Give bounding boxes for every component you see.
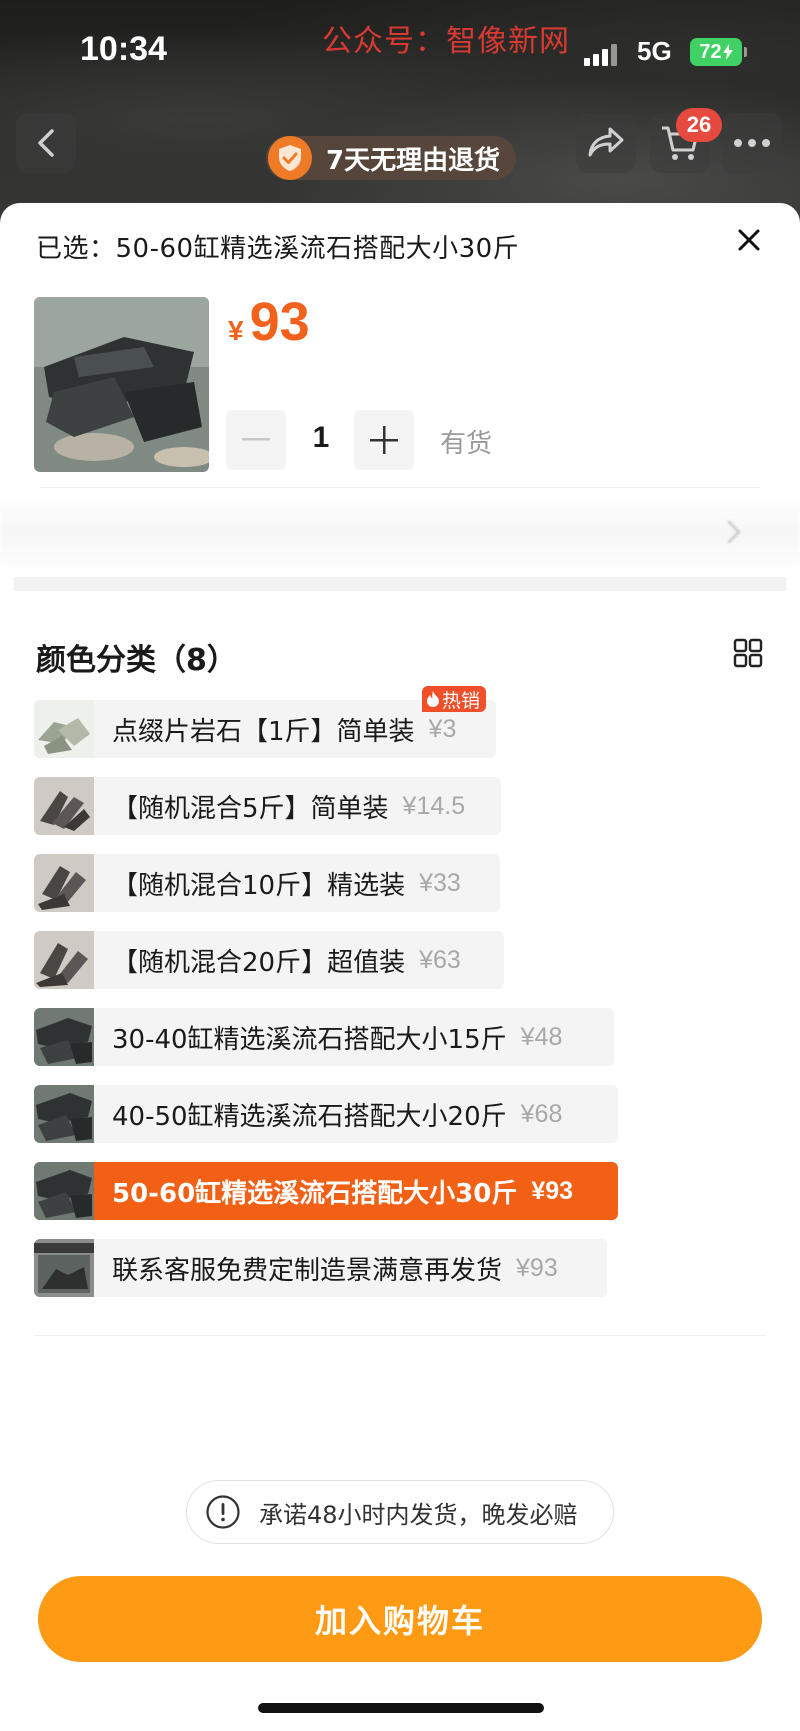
chevron-right-icon xyxy=(727,520,741,544)
battery-icon: 72 xyxy=(690,38,747,66)
sku-option[interactable]: 【随机混合20斤】超值装 ¥63 xyxy=(34,931,504,989)
shipping-promise-text: 承诺48小时内发货，晚发必赔 xyxy=(259,1500,578,1529)
sku-option[interactable]: 【随机混合10斤】精选装 ¥33 xyxy=(34,854,500,912)
option-thumbnail xyxy=(34,777,94,835)
share-arrow-icon xyxy=(588,127,624,157)
sku-option[interactable]: 点缀片岩石【1斤】简单装 ¥3 热销 xyxy=(34,686,496,758)
options-section-title: 颜色分类（8） xyxy=(36,643,237,678)
option-label: 联系客服免费定制造景满意再发货 xyxy=(112,1255,503,1286)
section-separator xyxy=(14,577,786,591)
close-button[interactable] xyxy=(730,221,768,259)
selected-sku-line: 已选：50-60缸精选溪流石搭配大小30斤 xyxy=(36,228,519,265)
grid-view-button[interactable] xyxy=(733,638,763,668)
flame-icon xyxy=(427,691,439,707)
option-price: ¥63 xyxy=(419,945,461,974)
option-label: 【随机混合10斤】精选装 xyxy=(112,870,406,901)
return-policy-text: 7天无理由退货 xyxy=(326,145,501,176)
chevron-left-icon xyxy=(38,129,54,157)
option-thumbnail xyxy=(34,931,94,989)
shield-check-icon xyxy=(268,136,312,180)
sku-selection-sheet: 已选：50-60缸精选溪流石搭配大小30斤 ¥ 93 1 有货 颜色分类（8） … xyxy=(0,203,800,1731)
more-dots-icon xyxy=(734,139,770,147)
price-value: 93 xyxy=(249,292,310,352)
hot-sale-badge-text: 热销 xyxy=(442,689,481,712)
option-label: 50-60缸精选溪流石搭配大小30斤 xyxy=(112,1178,518,1209)
sku-option[interactable]: 联系客服免费定制造景满意再发货 ¥93 xyxy=(34,1239,607,1297)
cart-count-badge: 26 xyxy=(676,108,722,142)
selected-product-thumbnail[interactable] xyxy=(34,297,209,472)
option-label: 40-50缸精选溪流石搭配大小20斤 xyxy=(112,1101,507,1132)
option-thumbnail xyxy=(34,1162,94,1220)
sku-option-selected[interactable]: 50-60缸精选溪流石搭配大小30斤 ¥93 xyxy=(34,1162,618,1220)
option-thumbnail xyxy=(34,1085,94,1143)
exclamation-circle-icon xyxy=(206,1495,240,1529)
back-button[interactable] xyxy=(16,113,76,173)
home-indicator xyxy=(258,1703,544,1713)
option-thumbnail xyxy=(34,854,94,912)
selected-sku-value: 50-60缸精选溪流石搭配大小30斤 xyxy=(115,234,520,264)
option-label: 【随机混合5斤】简单装 xyxy=(112,793,389,824)
sku-option[interactable]: 30-40缸精选溪流石搭配大小15斤 ¥48 xyxy=(34,1008,614,1066)
sku-option[interactable]: 【随机混合5斤】简单装 ¥14.5 xyxy=(34,777,501,835)
option-price: ¥48 xyxy=(520,1022,563,1051)
blurred-info-row[interactable] xyxy=(0,493,800,578)
cellular-signal-icon xyxy=(584,40,624,66)
option-thumbnail xyxy=(34,1239,94,1297)
price-currency: ¥ xyxy=(228,315,244,346)
more-button[interactable] xyxy=(722,113,782,173)
option-label: 30-40缸精选溪流石搭配大小15斤 xyxy=(112,1024,507,1055)
option-price: ¥93 xyxy=(516,1253,558,1282)
divider xyxy=(34,1335,766,1336)
option-price: ¥93 xyxy=(531,1176,574,1205)
close-icon xyxy=(738,229,760,251)
option-price: ¥68 xyxy=(520,1099,563,1128)
option-price: ¥14.5 xyxy=(402,791,466,820)
option-thumbnail xyxy=(34,700,94,758)
plus-icon xyxy=(370,426,398,454)
stock-status: 有货 xyxy=(440,429,493,459)
option-price: ¥33 xyxy=(419,868,461,897)
status-time: 10:34 xyxy=(80,30,167,68)
sku-option[interactable]: 40-50缸精选溪流石搭配大小20斤 ¥68 xyxy=(34,1085,618,1143)
quantity-value[interactable]: 1 xyxy=(306,421,336,455)
minus-icon xyxy=(242,438,270,441)
hot-sale-badge: 热销 xyxy=(422,686,487,712)
grid-view-icon xyxy=(733,638,763,668)
network-type: 5G xyxy=(637,36,672,66)
divider xyxy=(40,487,760,488)
share-button[interactable] xyxy=(576,113,636,173)
add-to-cart-button[interactable]: 加入购物车 xyxy=(38,1576,762,1662)
battery-level: 72 xyxy=(699,40,722,63)
quantity-increase-button[interactable] xyxy=(354,410,414,470)
watermark: 公众号：智像新网 xyxy=(322,24,570,59)
shipping-promise-pill: 承诺48小时内发货，晚发必赔 xyxy=(186,1480,614,1544)
option-thumbnail xyxy=(34,1008,94,1066)
option-label: 点缀片岩石【1斤】简单装 xyxy=(112,716,415,747)
option-price: ¥3 xyxy=(428,714,457,743)
charging-bolt-icon xyxy=(722,44,733,60)
quantity-decrease-button[interactable] xyxy=(226,410,286,470)
selected-label: 已选： xyxy=(36,234,116,264)
option-label: 【随机混合20斤】超值装 xyxy=(112,947,406,978)
selected-price: ¥ 93 xyxy=(228,291,310,353)
